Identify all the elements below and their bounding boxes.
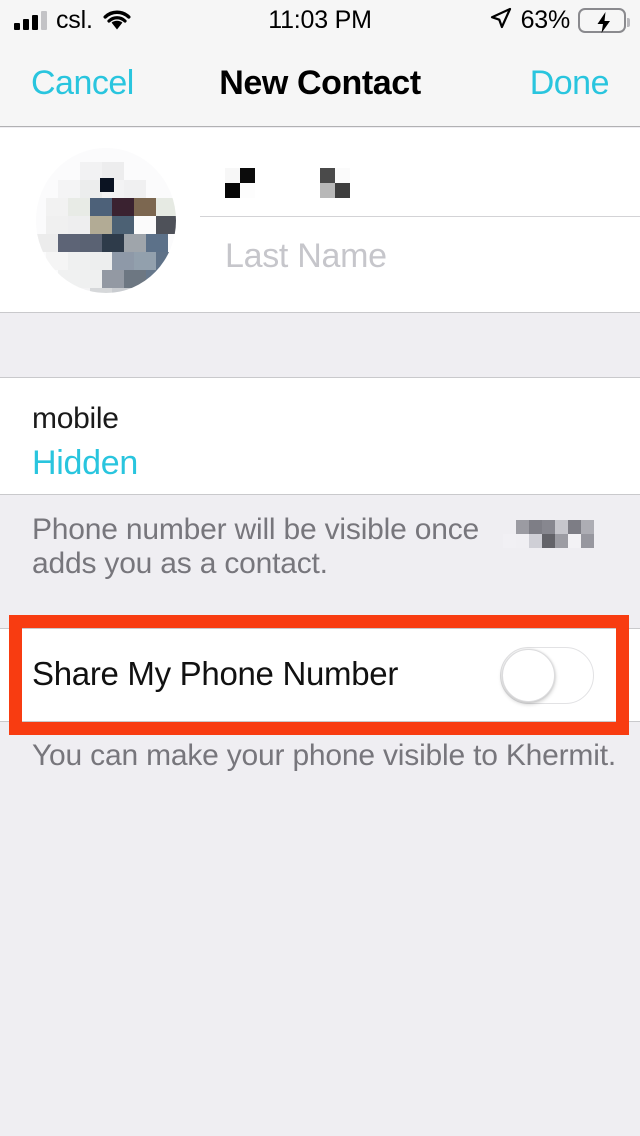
share-my-phone-number-toggle[interactable] [500,647,594,704]
phone-visibility-note: Phone number will be visible once adds y… [0,496,640,615]
share-phone-note-text: You can make your phone visible to Kherm… [32,739,616,772]
signal-bars-icon [14,10,47,30]
navigation-bar: Cancel New Contact Done [0,40,640,127]
name-fields: Last Name [200,138,640,312]
status-bar-right: 63% [372,5,630,35]
toggle-knob [502,649,555,702]
phone-visibility-note-line2: adds you as a contact. [32,547,328,580]
contact-photo-avatar[interactable] [36,148,176,293]
last-name-placeholder: Last Name [225,237,387,275]
battery-percent-label: 63% [520,5,571,34]
iphone-screen: csl. 11:03 PM 63% Cancel New Contact Don… [0,0,640,1136]
first-name-field[interactable] [200,138,640,217]
share-my-phone-number-label: Share My Phone Number [32,655,399,692]
carrier-label: csl. [56,5,93,34]
location-arrow-icon [489,6,513,35]
share-phone-note: You can make your phone visible to Kherm… [0,735,640,781]
name-section: Last Name [0,128,640,313]
battery-charging-icon [578,7,630,33]
share-my-phone-number-row[interactable]: Share My Phone Number [0,628,640,722]
clock-label: 11:03 PM [268,5,372,34]
phone-section: mobile Hidden [0,378,640,495]
first-name-redaction [225,168,375,198]
phone-number-value[interactable]: Hidden [32,444,138,483]
contact-name-redaction [503,520,594,548]
section-gap [0,313,640,378]
wifi-icon [102,9,132,31]
empty-area [0,781,640,1136]
phone-visibility-note-line1: Phone number will be visible once [32,513,479,546]
done-button[interactable]: Done [530,64,610,103]
status-bar-center: 11:03 PM [268,6,372,35]
status-bar-left: csl. [14,6,268,35]
phone-type-label[interactable]: mobile [32,402,119,436]
last-name-field[interactable]: Last Name [200,217,640,295]
cancel-button[interactable]: Cancel [31,64,134,103]
status-bar: csl. 11:03 PM 63% [0,0,640,40]
